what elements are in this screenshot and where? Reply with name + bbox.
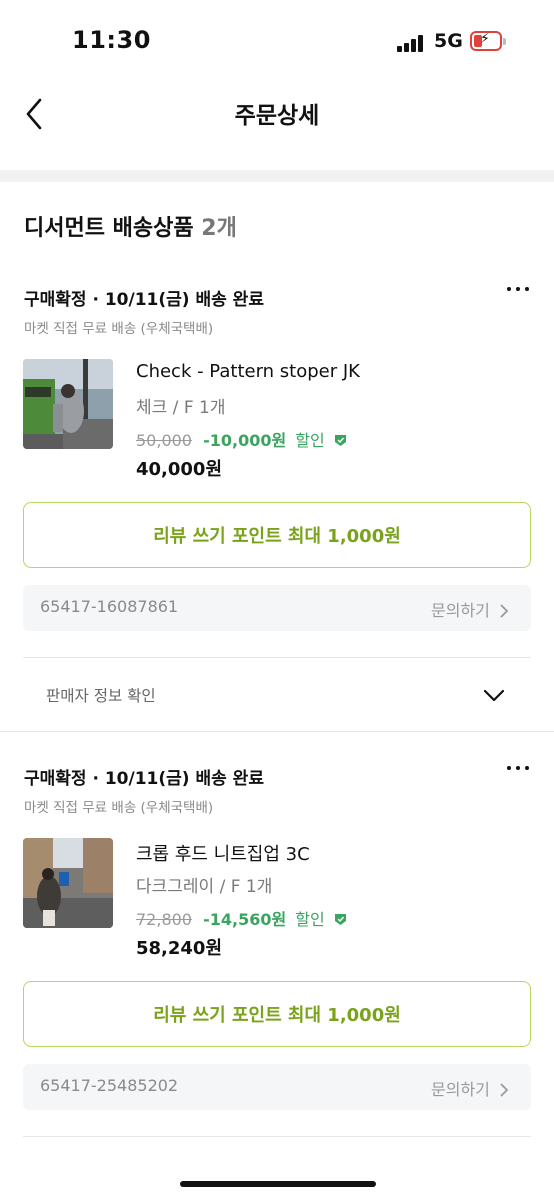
order-number-row: 65417-25485202 문의하기 [23, 1064, 531, 1110]
battery-charging-icon: ⚡ [470, 31, 502, 51]
product-option: 다크그레이 / F 1개 [136, 877, 273, 897]
inquiry-label: 문의하기 [431, 1080, 490, 1099]
product-name[interactable]: 크롭 후드 니트집업 3C [136, 840, 310, 866]
section-divider-line [0, 731, 554, 732]
battery-tip [503, 38, 506, 45]
more-options-icon[interactable] [507, 287, 531, 297]
status-time: 11:30 [72, 26, 151, 54]
original-price: 72,800 [136, 910, 192, 929]
divider [23, 1136, 531, 1137]
product-thumbnail[interactable] [23, 359, 113, 449]
shipping-method: 마켓 직접 무료 배송 (우체국택배) [24, 321, 214, 337]
status-bar: 11:30 5G ⚡ [0, 0, 554, 84]
product-name[interactable]: Check - Pattern stoper JK [136, 361, 360, 382]
page-title: 주문상세 [234, 103, 320, 129]
signal-icon [397, 34, 427, 52]
inquiry-link[interactable]: 문의하기 [431, 597, 509, 621]
price-line: 50,000 -10,000원 할인 [136, 427, 347, 451]
discount-label: 할인 [295, 431, 325, 450]
page-header: 주문상세 [0, 84, 554, 170]
divider [23, 657, 531, 658]
write-review-button[interactable]: 리뷰 쓰기 포인트 최대 1,000원 [23, 981, 531, 1047]
discount-label: 할인 [295, 910, 325, 929]
delivery-status: 구매확정 · 10/11(금) 배송 완료 [24, 290, 264, 310]
delivery-status: 구매확정 · 10/11(금) 배송 완료 [24, 769, 264, 789]
network-type: 5G [434, 30, 463, 52]
chevron-right-icon [500, 604, 509, 618]
shipping-method: 마켓 직접 무료 배송 (우체국택배) [24, 800, 214, 816]
price-line: 72,800 -14,560원 할인 [136, 906, 347, 930]
section-divider [0, 170, 554, 182]
inquiry-label: 문의하기 [431, 601, 490, 620]
section-item-count: 2개 [201, 216, 237, 241]
order-number: 65417-25485202 [40, 1076, 179, 1095]
final-price: 58,240원 [136, 938, 223, 959]
more-options-icon[interactable] [507, 766, 531, 776]
section-title: 디서먼트 배송상품 2개 [24, 210, 237, 242]
order-number-row: 65417-16087861 문의하기 [23, 585, 531, 631]
product-option: 체크 / F 1개 [136, 398, 226, 418]
write-review-button[interactable]: 리뷰 쓰기 포인트 최대 1,000원 [23, 502, 531, 568]
product-thumbnail[interactable] [23, 838, 113, 928]
coupon-badge-icon [334, 435, 346, 446]
original-price: 50,000 [136, 431, 192, 450]
coupon-badge-icon [334, 914, 346, 925]
section-title-text: 디서먼트 배송상품 [24, 216, 194, 241]
chevron-down-icon[interactable] [482, 688, 506, 704]
chevron-right-icon [500, 1083, 509, 1097]
order-number: 65417-16087861 [40, 597, 179, 616]
home-indicator[interactable] [180, 1181, 376, 1187]
discount-amount: -14,560원 [203, 910, 287, 929]
inquiry-link[interactable]: 문의하기 [431, 1076, 509, 1100]
final-price: 40,000원 [136, 459, 223, 480]
seller-info-label[interactable]: 판매자 정보 확인 [46, 684, 156, 706]
discount-amount: -10,000원 [203, 431, 287, 450]
